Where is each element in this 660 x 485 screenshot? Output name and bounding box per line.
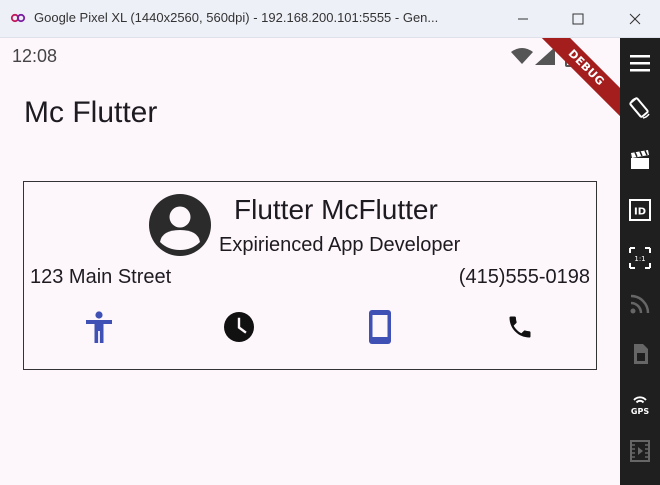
wifi-icon [511, 48, 533, 64]
gps-label: GPS [631, 407, 649, 416]
close-icon [629, 13, 641, 25]
smartphone-icon[interactable] [363, 310, 397, 344]
emulator-toolbar: ID 1:1 GPS [620, 38, 660, 485]
signal-icon [535, 47, 555, 65]
sim-icon[interactable] [620, 339, 660, 369]
contact-address: 123 Main Street [30, 266, 172, 288]
clock-icon[interactable] [222, 310, 256, 344]
phone-screen: 12:08 DEBUG Mc Flutter Flutter McFlutter… [0, 38, 620, 485]
video-icon[interactable] [620, 436, 660, 466]
app-bar-title: Mc Flutter [24, 96, 158, 129]
contact-role: Expirienced App Developer [219, 234, 461, 256]
pixel-perfect-label: 1:1 [634, 255, 645, 263]
rotate-icon[interactable] [620, 93, 660, 123]
gps-icon[interactable]: GPS [620, 390, 660, 420]
genymotion-icon [10, 13, 26, 23]
pixel-perfect-icon[interactable]: 1:1 [620, 243, 660, 273]
accessibility-icon[interactable] [82, 310, 116, 344]
phone-icon[interactable] [503, 310, 537, 344]
maximize-button[interactable] [555, 0, 601, 38]
menu-icon[interactable] [620, 48, 660, 78]
id-icon[interactable]: ID [620, 195, 660, 225]
contact-name: Flutter McFlutter [234, 194, 438, 225]
profile-card: Flutter McFlutter Expirienced App Develo… [23, 181, 597, 370]
minimize-button[interactable] [500, 0, 546, 38]
status-bar: 12:08 [0, 38, 620, 74]
id-label: ID [634, 207, 646, 218]
minimize-icon [518, 18, 528, 20]
maximize-icon [572, 13, 584, 25]
clapperboard-icon[interactable] [620, 145, 660, 175]
close-button[interactable] [612, 0, 658, 38]
window-title: Google Pixel XL (1440x2560, 560dpi) - 19… [34, 10, 439, 25]
window-titlebar: Google Pixel XL (1440x2560, 560dpi) - 19… [0, 0, 660, 38]
status-time: 12:08 [12, 46, 58, 66]
rss-icon[interactable] [620, 289, 660, 319]
contact-phone: (415)555-0198 [458, 266, 590, 288]
account-circle-icon [149, 194, 211, 256]
